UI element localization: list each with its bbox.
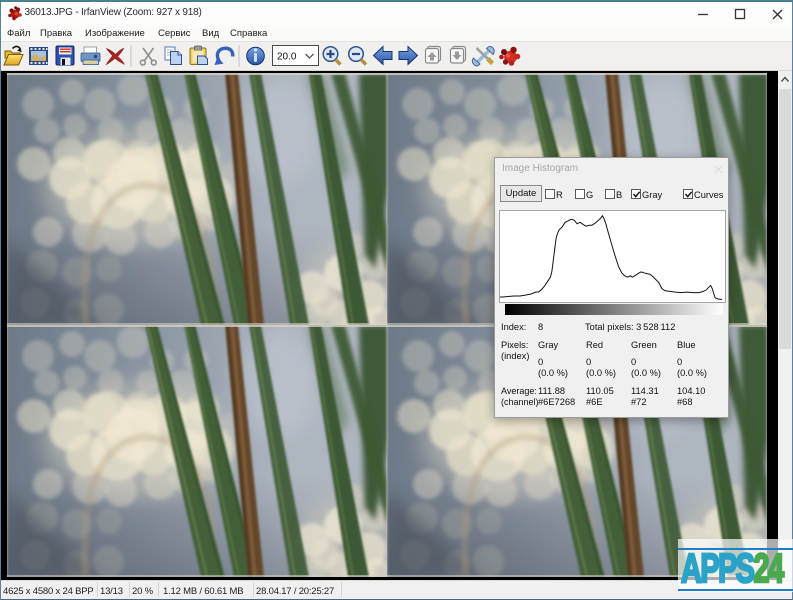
svg-text:R: R: [556, 190, 563, 200]
svg-text:B: B: [616, 190, 622, 200]
svg-text:Curves: Curves: [694, 190, 724, 200]
svg-text:Gray: Gray: [642, 190, 662, 200]
svg-text:20.0: 20.0: [277, 52, 297, 63]
svg-text:G: G: [586, 190, 593, 200]
